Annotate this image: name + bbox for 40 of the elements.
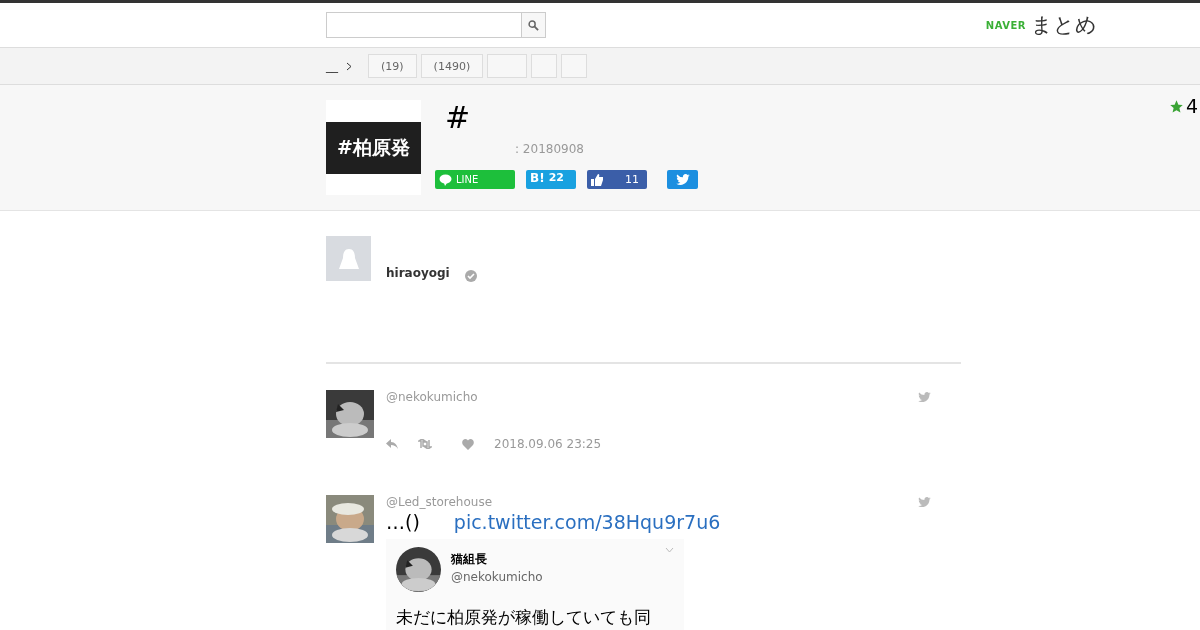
speech-bubble-icon xyxy=(439,173,452,186)
reply-icon[interactable] xyxy=(386,439,398,449)
heart-icon[interactable] xyxy=(462,438,474,450)
bookmark-button[interactable]: B! 22 xyxy=(526,170,576,189)
search-icon xyxy=(528,19,539,31)
category-tab[interactable] xyxy=(531,54,558,78)
chevron-down-icon xyxy=(665,547,674,553)
chevron-icon xyxy=(346,61,352,71)
tweet-text: …() xyxy=(386,511,420,533)
tweet-handle[interactable]: @nekokumicho xyxy=(386,390,478,404)
tweet-link[interactable]: pic.twitter.com/38Hqu9r7u6 xyxy=(453,511,721,533)
category-tab[interactable] xyxy=(561,54,588,78)
embed-name: 猫組長 xyxy=(451,551,488,568)
category-tab[interactable]: (19) xyxy=(368,54,417,78)
logo-title: まとめ xyxy=(1031,12,1097,39)
tweet-time: 2018.09.06 23:25 xyxy=(494,437,602,451)
thumbs-up-icon xyxy=(591,173,603,186)
tweet-button[interactable] xyxy=(667,170,698,189)
logo-brand: NAVER xyxy=(985,19,1026,31)
ghost-icon xyxy=(337,247,360,270)
star-icon xyxy=(1168,98,1184,114)
bird-icon xyxy=(675,173,690,186)
author-name[interactable]: hiraoyogi xyxy=(386,266,450,280)
breadcrumb-link[interactable]: __ xyxy=(326,59,338,73)
tweet-handle[interactable]: @Led_storehouse xyxy=(386,495,492,509)
favorite-count: 4 xyxy=(1185,95,1198,117)
retweet-icon[interactable] xyxy=(418,439,432,449)
embed-text: 未だに柏原発が稼働していても同 xyxy=(396,606,652,629)
embed-handle: @nekokumicho xyxy=(451,570,544,584)
bird-icon xyxy=(918,391,931,403)
search-button[interactable] xyxy=(521,13,545,37)
article-date: : 20180908 xyxy=(515,142,585,156)
article-title: # xyxy=(445,100,472,137)
like-button[interactable]: 11 xyxy=(587,170,647,189)
thumbnail-text: #柏原発 xyxy=(326,121,421,174)
bird-icon xyxy=(918,496,931,508)
category-tab[interactable] xyxy=(487,54,528,78)
bookmark-mark: B! xyxy=(530,171,545,185)
category-tab[interactable]: (1490) xyxy=(420,54,484,78)
search-field[interactable] xyxy=(326,12,546,38)
